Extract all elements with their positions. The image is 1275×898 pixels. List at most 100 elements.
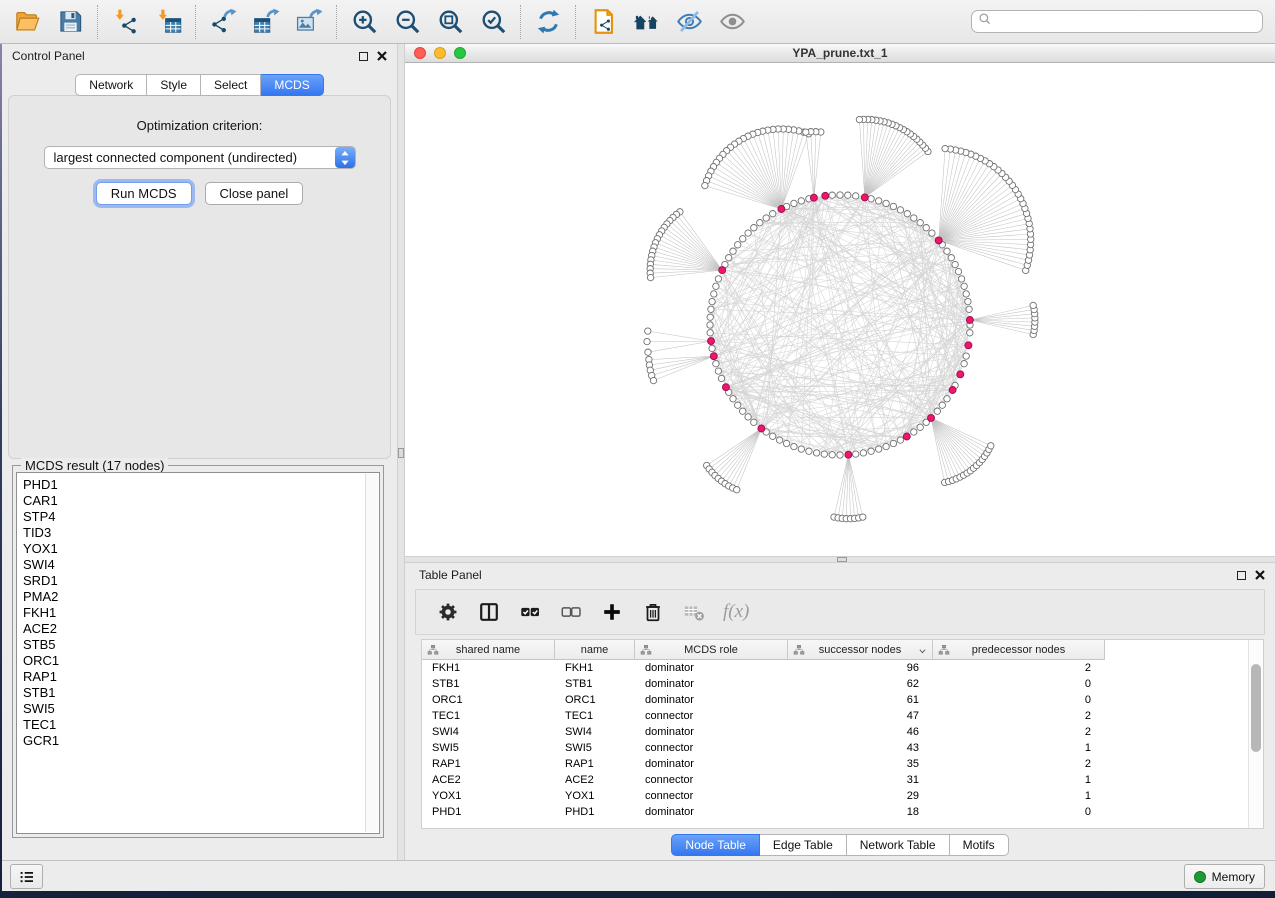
minimize-window-icon[interactable] — [434, 47, 446, 59]
float-panel-icon[interactable] — [1237, 571, 1246, 580]
column-header-predecessor-nodes[interactable]: predecessor nodes — [933, 640, 1105, 660]
memory-button[interactable]: Memory — [1184, 864, 1265, 889]
first-neighbors-icon[interactable] — [632, 8, 660, 36]
graph-hub-node[interactable] — [957, 371, 964, 378]
open-file-icon[interactable] — [13, 8, 41, 36]
import-table-icon[interactable] — [154, 8, 182, 36]
delete-row-icon[interactable] — [641, 600, 665, 624]
tab-mcds[interactable]: MCDS — [261, 74, 323, 96]
graph-hub-node[interactable] — [710, 353, 717, 360]
mcds-result-item[interactable]: STB5 — [17, 637, 379, 653]
add-row-icon[interactable] — [600, 600, 624, 624]
network-svg[interactable] — [405, 63, 1275, 556]
table-row[interactable]: RAP1RAP1dominator352 — [422, 756, 1263, 772]
save-icon[interactable] — [56, 8, 84, 36]
splitter-collapse-handle[interactable] — [398, 448, 404, 458]
graph-hub-node[interactable] — [949, 387, 956, 394]
table-row[interactable]: FKH1FKH1dominator962 — [422, 660, 1263, 676]
graph-hub-node[interactable] — [778, 206, 785, 213]
quick-search[interactable] — [971, 10, 1263, 33]
close-panel-icon[interactable] — [1255, 570, 1265, 580]
graph-hub-node[interactable] — [861, 194, 868, 201]
table-row[interactable]: ACE2ACE2connector311 — [422, 772, 1263, 788]
mcds-result-item[interactable]: STB1 — [17, 685, 379, 701]
show-all-icon[interactable] — [718, 8, 746, 36]
mcds-result-item[interactable]: ORC1 — [17, 653, 379, 669]
table-scrollbar[interactable] — [1248, 640, 1263, 828]
table-row[interactable]: TEC1TEC1connector472 — [422, 708, 1263, 724]
mcds-result-item[interactable]: SRD1 — [17, 573, 379, 589]
tab-motifs[interactable]: Motifs — [950, 834, 1009, 856]
table-row[interactable]: STB1STB1dominator620 — [422, 676, 1263, 692]
share-document-icon[interactable] — [589, 8, 617, 36]
tab-network-table[interactable]: Network Table — [847, 834, 950, 856]
graph-hub-node[interactable] — [935, 237, 942, 244]
graph-hub-node[interactable] — [966, 317, 973, 324]
graph-hub-node[interactable] — [903, 433, 910, 440]
search-input[interactable] — [992, 12, 1262, 31]
tab-edge-table[interactable]: Edge Table — [760, 834, 847, 856]
mcds-result-item[interactable]: ACE2 — [17, 621, 379, 637]
graph-hub-node[interactable] — [708, 338, 715, 345]
mcds-result-item[interactable]: RAP1 — [17, 669, 379, 685]
mcds-result-item[interactable]: CAR1 — [17, 493, 379, 509]
graph-hub-node[interactable] — [722, 384, 729, 391]
close-panel-icon[interactable] — [377, 51, 387, 61]
settings-gear-icon[interactable] — [436, 600, 460, 624]
mcds-result-item[interactable]: YOX1 — [17, 541, 379, 557]
mcds-list-scrollbar[interactable] — [365, 474, 378, 832]
import-network-icon[interactable] — [111, 8, 139, 36]
zoom-window-icon[interactable] — [454, 47, 466, 59]
tab-style[interactable]: Style — [147, 74, 201, 96]
table-row[interactable]: YOX1YOX1connector291 — [422, 788, 1263, 804]
mcds-result-item[interactable]: PHD1 — [17, 477, 379, 493]
refresh-icon[interactable] — [534, 8, 562, 36]
splitter-collapse-handle[interactable] — [837, 557, 847, 562]
graph-hub-node[interactable] — [758, 425, 765, 432]
tab-network[interactable]: Network — [75, 74, 147, 96]
zoom-in-icon[interactable] — [350, 8, 378, 36]
zoom-out-icon[interactable] — [393, 8, 421, 36]
tab-select[interactable]: Select — [201, 74, 261, 96]
mcds-result-item[interactable]: SWI4 — [17, 557, 379, 573]
graph-hub-node[interactable] — [845, 451, 852, 458]
deselect-all-icon[interactable] — [559, 600, 583, 624]
table-row[interactable]: ORC1ORC1dominator610 — [422, 692, 1263, 708]
run-mcds-button[interactable]: Run MCDS — [96, 182, 192, 205]
graph-hub-node[interactable] — [965, 342, 972, 349]
tab-node-table[interactable]: Node Table — [671, 834, 760, 856]
network-canvas[interactable] — [405, 63, 1275, 556]
hide-selected-icon[interactable] — [675, 8, 703, 36]
mcds-result-item[interactable]: PMA2 — [17, 589, 379, 605]
optimization-criterion-select[interactable]: largest connected component (undirected) — [44, 146, 356, 169]
graph-hub-node[interactable] — [928, 414, 935, 421]
table-row[interactable]: SWI5SWI5connector431 — [422, 740, 1263, 756]
mcds-result-item[interactable]: STP4 — [17, 509, 379, 525]
show-panels-button[interactable] — [10, 864, 43, 889]
column-header-successor-nodes[interactable]: successor nodes — [788, 640, 933, 660]
close-window-icon[interactable] — [414, 47, 426, 59]
zoom-selected-icon[interactable] — [479, 8, 507, 36]
column-header-name[interactable]: name — [555, 640, 635, 660]
graph-hub-node[interactable] — [810, 194, 817, 201]
mcds-result-item[interactable]: FKH1 — [17, 605, 379, 621]
vertical-splitter[interactable] — [397, 44, 405, 860]
zoom-fit-icon[interactable] — [436, 8, 464, 36]
column-header-shared-name[interactable]: shared name — [422, 640, 555, 660]
close-panel-button[interactable]: Close panel — [205, 182, 304, 205]
select-all-icon[interactable] — [518, 600, 542, 624]
float-panel-icon[interactable] — [359, 52, 368, 61]
export-network-icon[interactable] — [209, 8, 237, 36]
mcds-result-item[interactable]: TEC1 — [17, 717, 379, 733]
mcds-result-item[interactable]: SWI5 — [17, 701, 379, 717]
export-image-icon[interactable] — [295, 8, 323, 36]
horizontal-splitter[interactable] — [405, 556, 1275, 563]
table-row[interactable]: PHD1PHD1dominator180 — [422, 804, 1263, 820]
export-table-icon[interactable] — [252, 8, 280, 36]
graph-hub-node[interactable] — [822, 192, 829, 199]
mcds-result-item[interactable]: TID3 — [17, 525, 379, 541]
column-header-MCDS-role[interactable]: MCDS role — [635, 640, 788, 660]
column-layout-icon[interactable] — [477, 600, 501, 624]
mcds-result-item[interactable]: GCR1 — [17, 733, 379, 749]
table-row[interactable]: SWI4SWI4dominator462 — [422, 724, 1263, 740]
